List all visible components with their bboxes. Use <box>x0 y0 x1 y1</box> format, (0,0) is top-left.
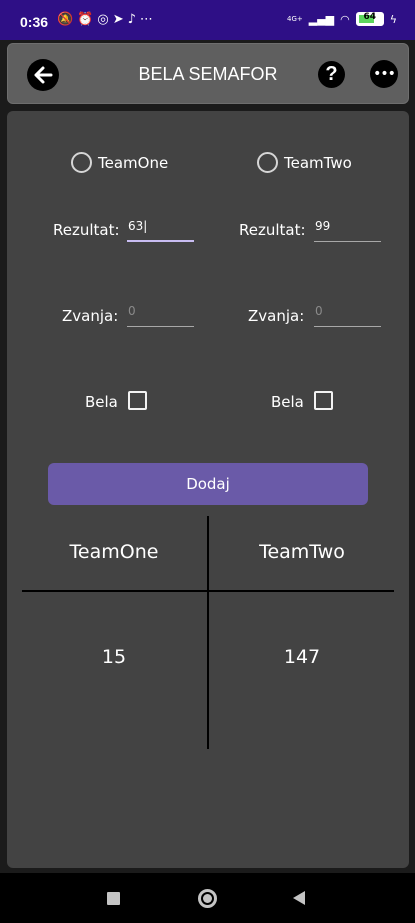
charging-icon: ϟ <box>389 12 397 26</box>
more-notifications-icon: ⋯ <box>139 12 157 27</box>
app-title: BELA SEMAFOR <box>138 64 278 84</box>
status-bar: 0:36 🔕⏰◎➤♪⋯ 4G+ ▂▄▆ ◠ 64 ϟ <box>0 0 415 40</box>
status-right: 4G+ ▂▄▆ ◠ 64 ϟ <box>287 12 397 26</box>
table-total-team-one: 15 <box>101 646 127 668</box>
main-panel: TeamOne TeamTwo Rezultat: 63| Rezultat: … <box>7 111 409 868</box>
radio-circle[interactable] <box>257 152 278 173</box>
help-button[interactable]: ? <box>318 61 345 88</box>
wifi-icon: ◠ <box>340 12 350 26</box>
zvanja-placeholder-team-two: 0 <box>315 304 323 318</box>
alarm-icon: ⏰ <box>77 12 98 27</box>
add-button[interactable]: Dodaj <box>48 463 368 505</box>
table-total-team-two: 147 <box>283 646 321 668</box>
notification-icon: ♪ <box>127 12 140 27</box>
status-time: 0:36 <box>20 14 49 30</box>
status-notification-icons: 🔕⏰◎➤♪⋯ <box>57 12 157 27</box>
rezultat-value-team-two: 99 <box>315 219 331 233</box>
radio-team-one-label: TeamOne <box>98 153 169 172</box>
zvanja-label-team-two: Zvanja: <box>248 307 305 325</box>
radio-team-one[interactable]: TeamOne <box>71 152 168 173</box>
table-header-team-two: TeamTwo <box>259 541 345 563</box>
recent-apps-button[interactable] <box>107 892 120 905</box>
rezultat-label-team-two: Rezultat: <box>239 221 306 239</box>
question-icon: ? <box>325 63 338 85</box>
system-back-button[interactable] <box>293 891 305 905</box>
radio-circle[interactable] <box>71 152 92 173</box>
radio-team-two[interactable]: TeamTwo <box>257 152 352 173</box>
table-horizontal-divider <box>22 590 394 592</box>
bela-label-team-two: Bela <box>271 393 304 411</box>
bela-label-team-one: Bela <box>85 393 118 411</box>
radio-team-two-label: TeamTwo <box>284 153 352 172</box>
zvanja-input-team-one[interactable]: 0 <box>127 301 194 327</box>
battery-level: 64 <box>363 12 376 22</box>
whatsapp-icon: ◎ <box>97 12 113 27</box>
battery-icon: 64 <box>355 12 384 26</box>
zvanja-input-team-two[interactable]: 0 <box>314 301 381 327</box>
more-options-button[interactable]: ••• <box>370 60 398 88</box>
rezultat-value-team-one: 63 <box>128 219 144 233</box>
table-vertical-divider <box>207 516 209 749</box>
rezultat-input-team-one[interactable]: 63| <box>127 216 194 242</box>
home-button[interactable] <box>198 889 217 908</box>
bela-checkbox-team-two[interactable] <box>314 391 333 410</box>
bela-checkbox-team-one[interactable] <box>128 391 147 410</box>
dots-icon: ••• <box>373 66 396 82</box>
rezultat-input-team-two[interactable]: 99 <box>314 216 381 242</box>
system-nav-bar <box>0 873 415 923</box>
mute-icon: 🔕 <box>57 12 78 27</box>
app-bar: BELA SEMAFOR ? ••• <box>7 43 409 104</box>
table-header-team-one: TeamOne <box>69 541 159 563</box>
zvanja-label-team-one: Zvanja: <box>62 307 119 325</box>
zvanja-placeholder-team-one: 0 <box>128 304 136 318</box>
telegram-icon: ➤ <box>112 12 128 27</box>
signal-icon: ▂▄▆ <box>308 12 335 26</box>
rezultat-label-team-one: Rezultat: <box>53 221 120 239</box>
network-indicator: 4G+ <box>286 14 303 23</box>
